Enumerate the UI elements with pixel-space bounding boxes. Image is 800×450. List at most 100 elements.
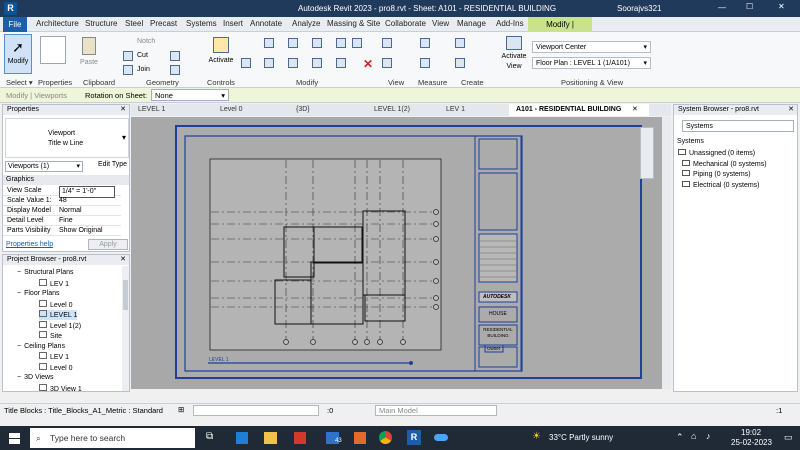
browser-item[interactable]: LEV 1	[39, 278, 69, 289]
notification-center-icon[interactable]: ▭	[784, 432, 793, 443]
system-item[interactable]: Unassigned (0 items)	[678, 149, 755, 159]
properties-button[interactable]	[40, 36, 66, 64]
tab-systems[interactable]: Systems	[186, 19, 217, 28]
close-icon[interactable]: ✕	[778, 2, 785, 11]
create-group-icon[interactable]	[455, 58, 465, 68]
tab-modify-viewports[interactable]: Modify | Viewports	[528, 17, 592, 44]
collapse-icon[interactable]: −	[17, 374, 21, 381]
array-icon[interactable]	[352, 38, 362, 48]
workset-dropdown[interactable]	[193, 405, 319, 416]
trim-icon[interactable]	[312, 58, 322, 68]
tab-architecture[interactable]: Architecture	[36, 19, 79, 28]
app-icon-red[interactable]	[294, 432, 306, 444]
tab-file[interactable]: File	[3, 17, 27, 32]
maximize-icon[interactable]: ☐	[746, 2, 753, 11]
rotate-icon[interactable]	[288, 58, 298, 68]
network-icon[interactable]: ⌂	[691, 431, 696, 441]
edit-type-button[interactable]: Edit Type	[98, 161, 127, 168]
view-tab-lev-1[interactable]: LEV 1	[439, 104, 505, 116]
browser-item[interactable]: LEVEL 1	[39, 310, 78, 320]
override-icon[interactable]	[382, 58, 392, 68]
measure-icon[interactable]	[420, 38, 430, 48]
apply-button[interactable]: Apply	[88, 239, 128, 250]
store-icon[interactable]	[236, 432, 248, 444]
clock-time[interactable]: 19:02	[741, 428, 761, 437]
onedrive-icon[interactable]	[434, 434, 448, 441]
view-tab-a101[interactable]: A101 - RESIDENTIAL BUILDING	[509, 104, 649, 116]
close-icon-2[interactable]: ✕	[120, 105, 126, 115]
activate-button[interactable]: Activate	[205, 35, 237, 73]
tray-chevron-icon[interactable]: ⌃	[676, 432, 684, 443]
property-row[interactable]: Scale Value 1: 48	[3, 196, 121, 206]
browser-item[interactable]: Site	[39, 331, 62, 341]
geometry-icon-2[interactable]	[170, 65, 180, 75]
explorer-icon[interactable]	[264, 432, 277, 444]
floor-plan-dropdown[interactable]: Floor Plan : LEVEL 1 (1/A101) ▾	[532, 57, 651, 69]
browser-item[interactable]: Level 0	[39, 362, 73, 373]
close-icon-3[interactable]: ✕	[120, 255, 126, 265]
view-tab-level-1-2[interactable]: LEVEL 1(2)	[367, 104, 437, 116]
systems-filter[interactable]: Systems	[682, 120, 794, 132]
property-row[interactable]: Display Model Normal	[3, 206, 121, 216]
system-item[interactable]: Piping (0 systems)	[678, 170, 751, 180]
scissors-icon[interactable]	[123, 51, 133, 61]
offset-icon[interactable]	[288, 38, 298, 48]
view-tab-level-0[interactable]: Level 0	[213, 104, 285, 116]
cut-button[interactable]: Cut	[137, 52, 148, 59]
media-icon[interactable]	[354, 432, 366, 444]
revit-taskbar-icon[interactable]: R	[407, 430, 421, 445]
browser-item[interactable]: Level 1(2)	[39, 320, 81, 331]
navigation-bar[interactable]	[640, 127, 654, 179]
system-item[interactable]: Electrical (0 systems)	[678, 180, 760, 191]
split-icon[interactable]	[336, 38, 346, 48]
tab-add-ins[interactable]: Add-Ins	[496, 19, 524, 28]
tab-annotate[interactable]: Annotate	[250, 19, 282, 28]
worksets-icon[interactable]: ⊞	[178, 405, 184, 414]
join-icon[interactable]	[123, 65, 133, 75]
scale-icon[interactable]	[336, 58, 346, 68]
paste-button[interactable]: Paste	[78, 35, 100, 73]
property-row[interactable]: Detail Level Fine	[3, 216, 121, 226]
tab-steel[interactable]: Steel	[125, 19, 143, 28]
property-row[interactable]: View Scale 1/4" = 1'-0"	[3, 186, 121, 198]
geometry-icon[interactable]	[170, 51, 180, 61]
volume-icon[interactable]: ♪	[706, 431, 711, 441]
revit-logo-icon[interactable]: R	[4, 2, 17, 15]
browser-item[interactable]: − Ceiling Plans	[17, 342, 65, 352]
browser-scrollbar[interactable]	[122, 266, 129, 391]
browser-item[interactable]: 3D View 1	[39, 383, 82, 394]
user-name[interactable]: Soorajvs321	[617, 4, 661, 13]
chrome-icon[interactable]	[379, 431, 392, 444]
filter-count[interactable]: :1	[776, 406, 782, 415]
collapse-icon[interactable]: −	[17, 269, 21, 276]
browser-item[interactable]: Level 0	[39, 299, 73, 310]
type-selector[interactable]: Viewport Title w Line ▾	[5, 118, 129, 158]
move-icon[interactable]	[241, 58, 251, 68]
browser-item[interactable]: −3D Views	[17, 373, 54, 383]
tab-insert[interactable]: Insert	[223, 19, 243, 28]
viewport-type-dropdown[interactable]: Viewport Center ▾	[532, 41, 651, 53]
notch-button[interactable]: Notch	[137, 38, 155, 45]
modify-button[interactable]: ➚ Modify	[4, 34, 32, 74]
drawing-canvas[interactable]: AUTODESK HOUSE RESIDENTIAL BUILDING Owne…	[131, 117, 671, 389]
tab-analyze[interactable]: Analyze	[292, 19, 320, 28]
tab-collaborate[interactable]: Collaborate	[385, 19, 426, 28]
design-option-dropdown[interactable]: Main Model	[375, 405, 497, 416]
delete-icon[interactable]: ✕	[363, 57, 373, 71]
view-tab-level-1[interactable]: LEVEL 1	[131, 104, 221, 116]
rotation-dropdown[interactable]: None ▾	[151, 89, 229, 101]
activate-view-button[interactable]: Activate View	[497, 35, 531, 75]
join-button[interactable]: Join	[137, 66, 150, 73]
viewports-filter[interactable]: Viewports (1) ▾	[5, 161, 83, 172]
browser-item[interactable]: LEV 1	[39, 352, 69, 362]
close-icon-4[interactable]: ✕	[788, 105, 794, 115]
task-view-icon[interactable]: ⧉	[206, 431, 213, 442]
browser-item[interactable]: − Structural Plans	[17, 268, 74, 278]
clock-date[interactable]: 25-02-2023	[731, 438, 772, 447]
dimension-icon[interactable]	[420, 58, 430, 68]
properties-help-link[interactable]: Properties help	[6, 241, 53, 248]
tab-view[interactable]: View	[432, 19, 449, 28]
copy-icon[interactable]	[264, 58, 274, 68]
mirror-icon[interactable]	[312, 38, 322, 48]
taskbar-search[interactable]: ⌕ Type here to search	[30, 428, 195, 448]
